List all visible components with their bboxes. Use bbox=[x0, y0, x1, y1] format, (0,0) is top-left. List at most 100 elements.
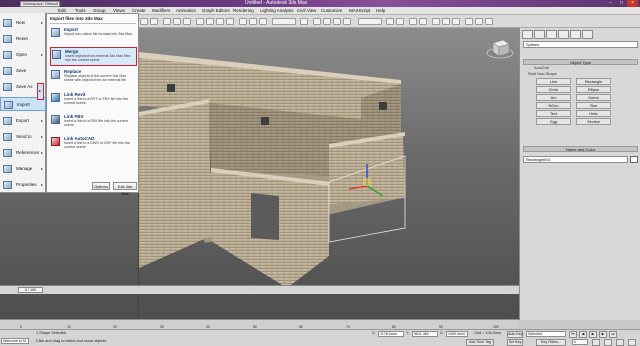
add-time-tag-button[interactable]: Add Time Tag bbox=[466, 339, 494, 346]
line-button[interactable]: Line bbox=[536, 78, 571, 85]
time-config-icon[interactable] bbox=[592, 339, 600, 346]
app-menu-manage[interactable]: Manage ▸ bbox=[0, 162, 46, 176]
menu-rendering[interactable]: Rendering bbox=[233, 7, 254, 15]
x-coordinate[interactable]: 1178.0mm bbox=[378, 331, 404, 337]
go-to-end-icon[interactable]: ⏭ bbox=[609, 331, 617, 338]
select-scale-icon[interactable] bbox=[259, 18, 267, 25]
object-name-field[interactable]: Rectangle001 bbox=[523, 156, 628, 163]
section-button[interactable]: Section bbox=[576, 118, 611, 125]
mirror-icon[interactable] bbox=[386, 18, 394, 25]
align-icon[interactable] bbox=[396, 18, 404, 25]
flyout-link-revit[interactable]: Link Revit Insert a link to a RVT or FBX … bbox=[50, 91, 137, 110]
snaps-toggle-icon[interactable] bbox=[313, 18, 321, 25]
current-frame-field[interactable]: 0 bbox=[572, 339, 588, 345]
app-menu-open[interactable]: Open ▸ bbox=[0, 48, 46, 62]
spinner-snap-icon[interactable] bbox=[343, 18, 351, 25]
app-menu-save[interactable]: Save bbox=[0, 64, 46, 78]
redo-icon[interactable] bbox=[150, 18, 158, 25]
app-menu-export[interactable]: Export ▸ bbox=[0, 114, 46, 128]
app-menu-send-to[interactable]: Send to ▸ bbox=[0, 130, 46, 144]
import-submenu-arrow[interactable]: ▸ bbox=[37, 83, 44, 100]
menu-lighting-analysis[interactable]: Lighting Analysis bbox=[260, 7, 294, 15]
perspective-viewport[interactable] bbox=[138, 28, 519, 320]
flyout-link-fbx[interactable]: Link FBX Insert a link to a FBX file into… bbox=[50, 113, 137, 132]
menu-animation[interactable]: Animation bbox=[176, 7, 196, 15]
next-frame-icon[interactable]: ▶ bbox=[599, 331, 607, 338]
select-object-icon[interactable] bbox=[196, 18, 204, 25]
time-slider-handle[interactable]: 0 / 100 bbox=[18, 287, 43, 293]
angle-snap-icon[interactable] bbox=[323, 18, 331, 25]
object-type-rollout[interactable]: Object Type bbox=[523, 59, 638, 65]
key-filters-button[interactable]: Key Filters... bbox=[536, 339, 566, 346]
flyout-replace[interactable]: Replace Replace objects in the current 3d… bbox=[50, 68, 137, 87]
reference-coord-dropdown[interactable] bbox=[272, 18, 296, 25]
menu-help[interactable]: Help bbox=[376, 7, 385, 15]
close-icon[interactable]: × bbox=[627, 0, 638, 7]
render-production-icon[interactable] bbox=[485, 18, 493, 25]
flyout-link-autocad[interactable]: Link AutoCAD Insert a link to a DWG or DX… bbox=[50, 135, 137, 154]
link-icon[interactable] bbox=[163, 18, 171, 25]
unlink-icon[interactable] bbox=[173, 18, 181, 25]
object-color-swatch[interactable] bbox=[630, 156, 638, 163]
maxscript-listener[interactable]: Welcome to M bbox=[1, 338, 29, 344]
app-menu-new[interactable]: New ▸ bbox=[0, 16, 46, 30]
flyout-merge[interactable]: Merge Insert objects from external 3ds Ma… bbox=[50, 47, 137, 66]
app-menu-reset[interactable]: Reset bbox=[0, 32, 46, 46]
orbit-icon[interactable] bbox=[628, 339, 636, 346]
selection-region-icon[interactable] bbox=[216, 18, 224, 25]
time-slider[interactable]: 0 / 100 bbox=[0, 285, 519, 294]
menu-civil-view[interactable]: Civil View bbox=[297, 7, 316, 15]
donut-button[interactable]: Donut bbox=[576, 94, 611, 101]
track-bar[interactable]: 0 10 20 30 40 50 60 70 80 90 100 bbox=[0, 319, 519, 329]
bind-space-warp-icon[interactable] bbox=[183, 18, 191, 25]
minimize-icon[interactable]: – bbox=[605, 0, 616, 7]
egg-button[interactable]: Egg bbox=[536, 118, 571, 125]
star-button[interactable]: Star bbox=[576, 102, 611, 109]
name-and-color-rollout[interactable]: Name and Color bbox=[523, 146, 638, 152]
y-coordinate[interactable]: 9611.460 bbox=[412, 331, 438, 337]
maximize-icon[interactable]: □ bbox=[616, 0, 627, 7]
exit-3dsmax-button[interactable]: Exit 3ds Max bbox=[113, 182, 137, 196]
helix-button[interactable]: Helix bbox=[576, 110, 611, 117]
auto-key-button[interactable]: Auto Key bbox=[507, 331, 523, 338]
select-rotate-icon[interactable] bbox=[249, 18, 257, 25]
ngon-button[interactable]: NGon bbox=[536, 102, 571, 109]
go-to-start-icon[interactable]: ⏮ bbox=[569, 331, 577, 338]
autogrid-checkbox[interactable]: AutoGrid bbox=[534, 66, 594, 71]
previous-frame-icon[interactable]: ◀ bbox=[579, 331, 587, 338]
pivot-icon[interactable] bbox=[300, 18, 308, 25]
rendered-frame-window-icon[interactable] bbox=[475, 18, 483, 25]
material-editor-icon[interactable] bbox=[452, 18, 460, 25]
start-new-shape-checkbox[interactable]: Start New Shape bbox=[528, 72, 608, 77]
layer-manager-icon[interactable] bbox=[409, 18, 417, 25]
rectangle-button[interactable]: Rectangle bbox=[576, 78, 611, 85]
pan-icon[interactable] bbox=[616, 339, 624, 346]
menu-maxscript[interactable]: MAXScript bbox=[349, 7, 370, 15]
text-button[interactable]: Text bbox=[536, 110, 571, 117]
graphite-ribbon-icon[interactable] bbox=[419, 18, 427, 25]
select-move-icon[interactable] bbox=[239, 18, 247, 25]
ellipse-button[interactable]: Ellipse bbox=[576, 86, 611, 93]
set-key-button[interactable]: Set Key bbox=[507, 339, 523, 346]
named-selection-dropdown[interactable] bbox=[358, 18, 382, 25]
render-setup-icon[interactable] bbox=[465, 18, 473, 25]
menu-customize[interactable]: Customize bbox=[321, 7, 342, 15]
schematic-view-icon[interactable] bbox=[442, 18, 450, 25]
undo-icon[interactable] bbox=[140, 18, 148, 25]
options-button[interactable]: Options bbox=[92, 182, 110, 190]
app-menu-references[interactable]: References ▸ bbox=[0, 146, 46, 160]
key-mode-dropdown[interactable]: Selected bbox=[526, 331, 566, 337]
flyout-import[interactable]: Import Import non-native file formats int… bbox=[50, 26, 137, 45]
select-by-name-icon[interactable] bbox=[206, 18, 214, 25]
menu-graph-editors[interactable]: Graph Editors bbox=[202, 7, 230, 15]
object-category-dropdown[interactable]: Splines bbox=[523, 41, 638, 48]
viewcube-icon[interactable] bbox=[485, 35, 515, 61]
z-coordinate[interactable]: 1000.0mm bbox=[446, 331, 468, 337]
app-menu-properties[interactable]: Properties ▸ bbox=[0, 178, 46, 192]
play-icon[interactable]: ▶ bbox=[589, 331, 597, 338]
circle-button[interactable]: Circle bbox=[536, 86, 571, 93]
percent-snap-icon[interactable] bbox=[333, 18, 341, 25]
zoom-icon[interactable] bbox=[604, 339, 612, 346]
curve-editor-icon[interactable] bbox=[432, 18, 440, 25]
window-crossing-icon[interactable] bbox=[226, 18, 234, 25]
